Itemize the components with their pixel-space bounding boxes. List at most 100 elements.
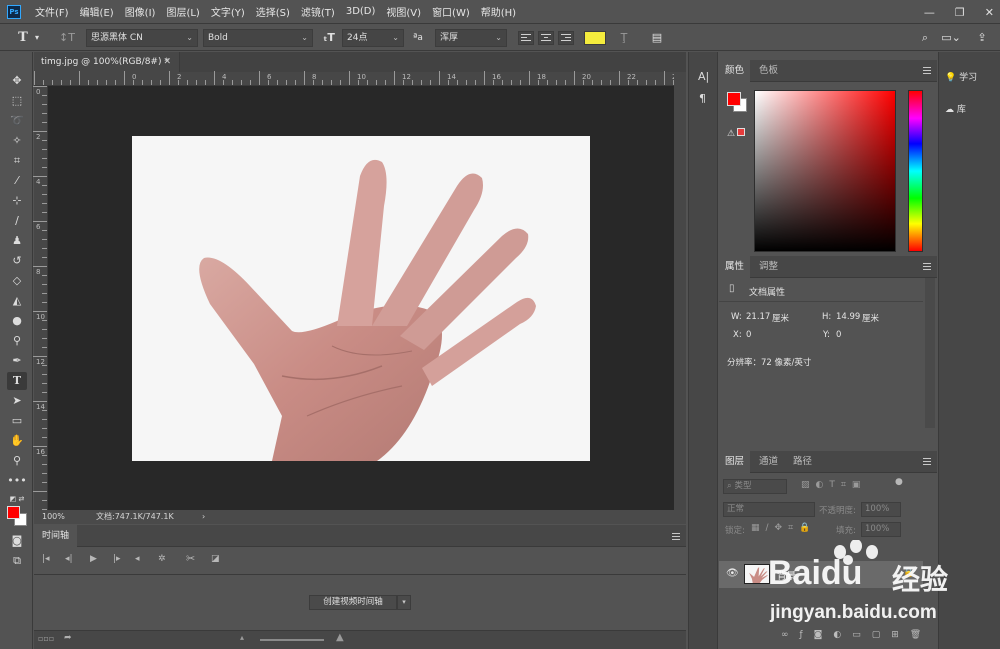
filter-toggle-icon[interactable]: ● [895,477,903,487]
eraser-tool-icon[interactable]: ◇ [7,272,27,290]
gamut-warning-icon[interactable]: ⚠ [727,128,746,139]
lasso-tool-icon[interactable]: ➰ [7,112,27,130]
screen-mode-icon[interactable]: ⧉ [7,552,27,570]
minimize-icon[interactable]: — [924,6,935,19]
vertical-scrollbar[interactable] [674,72,686,510]
menu-type[interactable]: 文字(Y) [211,4,245,19]
blend-mode-select[interactable]: 正常 [723,502,815,517]
tab-color[interactable]: 颜色 [719,60,751,82]
panel-menu-icon[interactable] [923,263,931,270]
menu-view[interactable]: 视图(V) [386,4,421,19]
maximize-icon[interactable]: ❐ [955,6,965,19]
foreground-color-swatch[interactable] [727,92,741,106]
antialias-select[interactable]: 浑厚 ⌄ [435,29,507,47]
create-video-timeline-button[interactable]: 创建视频时间轴 [309,595,397,610]
menu-help[interactable]: 帮助(H) [481,4,516,19]
workspace-icon[interactable]: ▭⌄ [940,29,962,47]
zoom-out-icon[interactable]: ▴ [240,633,244,642]
close-icon[interactable]: ✕ [163,52,171,72]
lock-icons[interactable]: ▦∕✥⌗🔒 [751,523,816,533]
pen-tool-icon[interactable]: ✒ [7,352,27,370]
layer-filter-icons[interactable]: ▨◐T⌗▣ [801,480,866,490]
tab-adjustments[interactable]: 调整 [753,256,784,278]
canvas-area[interactable] [48,86,674,510]
quick-mask-icon[interactable]: ◙ [7,532,27,550]
font-family-select[interactable]: 思源黑体 CN ⌄ [86,29,198,47]
crop-tool-icon[interactable]: ⌗ [7,152,27,170]
layer-action-icons[interactable]: ∞ƒ◙◐▭▢⊞🗑 [781,630,932,640]
zoom-tool-icon[interactable]: ⚲ [7,452,27,470]
history-brush-icon[interactable]: ↺ [7,252,27,270]
x-value[interactable]: 0 [746,330,751,340]
eyedropper-tool-icon[interactable]: ⁄ [7,172,27,190]
tab-channels[interactable]: 通道 [753,451,784,473]
learn-item[interactable]: 💡 学习 [945,70,977,83]
warp-text-icon[interactable]: Ţ [616,29,632,47]
properties-scrollbar[interactable] [925,278,935,428]
menu-layer[interactable]: 图层(L) [166,4,199,19]
scissors-icon[interactable]: ✂ [186,552,195,565]
hand-tool-icon[interactable]: ✋ [7,432,27,450]
menu-window[interactable]: 窗口(W) [432,4,470,19]
render-video-icon[interactable]: ➦ [64,633,72,643]
audio-icon[interactable]: ◂ [135,554,140,564]
search-icon[interactable]: ⌕ [918,29,932,47]
stamp-tool-icon[interactable]: ♟ [7,232,27,250]
font-size-select[interactable]: 24点 ⌄ [342,29,404,47]
foreground-color-swatch[interactable] [7,506,20,519]
type-tool-icon[interactable]: T [16,29,30,47]
settings-icon[interactable]: ✲ [158,554,166,564]
menu-3d[interactable]: 3D(D) [346,6,376,17]
panel-menu-icon[interactable] [672,533,680,540]
document-image[interactable] [132,136,590,461]
hue-slider[interactable] [908,90,923,252]
menu-image[interactable]: 图像(I) [125,4,156,19]
panels-toggle-icon[interactable]: ▤ [649,29,665,47]
rectangle-tool-icon[interactable]: ▭ [7,412,27,430]
menu-file[interactable]: 文件(F) [35,4,69,19]
panel-menu-icon[interactable] [923,458,931,465]
first-frame-icon[interactable]: |◂ [42,554,50,564]
fill-input[interactable]: 100% [861,522,901,537]
width-value[interactable]: 21.17 [746,312,770,322]
visibility-eye-icon[interactable]: 👁 [726,568,739,579]
prev-frame-icon[interactable]: ◂| [65,554,73,564]
align-center-button[interactable] [538,31,554,45]
opacity-input[interactable]: 100% [861,502,901,517]
zoom-slider[interactable] [260,639,324,641]
frame-mode-icon[interactable]: ▫▫▫ [38,634,54,643]
path-selection-icon[interactable]: ➤ [7,392,27,410]
zoom-in-icon[interactable]: ▲ [336,632,344,643]
align-right-button[interactable] [558,31,574,45]
tab-layers[interactable]: 图层 [719,451,751,473]
text-color-swatch[interactable] [584,31,606,45]
align-left-button[interactable] [518,31,534,45]
chevron-right-icon[interactable]: › [202,510,205,524]
healing-brush-icon[interactable]: ⊹ [7,192,27,210]
next-frame-icon[interactable]: |▸ [113,554,121,564]
dodge-tool-icon[interactable]: ⚲ [7,332,27,350]
saturation-brightness-picker[interactable] [754,90,896,252]
menu-select[interactable]: 选择(S) [256,4,290,19]
font-style-select[interactable]: Bold ⌄ [203,29,313,47]
menu-edit[interactable]: 编辑(E) [80,4,114,19]
tab-timeline[interactable]: 时间轴 [34,525,78,547]
y-value[interactable]: 0 [836,330,841,340]
marquee-tool-icon[interactable]: ⬚ [7,92,27,110]
share-icon[interactable]: ⇪ [974,29,990,47]
paragraph-panel-icon[interactable]: ¶ [699,92,706,105]
magic-wand-icon[interactable]: ✧ [7,132,27,150]
panel-menu-icon[interactable] [923,67,931,74]
tool-preset-dropdown-icon[interactable]: ▾ [32,29,42,47]
move-tool-icon[interactable]: ✥ [7,72,27,90]
chevron-down-icon[interactable]: ▾ [397,595,411,610]
close-icon[interactable]: ✕ [985,6,994,19]
character-panel-icon[interactable]: A| [698,70,709,83]
zoom-level[interactable]: 100% [42,510,65,524]
play-icon[interactable]: ▶ [90,554,97,564]
transition-icon[interactable]: ◪ [211,554,220,564]
layer-filter-select[interactable]: ⌕ 类型 [723,479,787,494]
brush-tool-icon[interactable]: ∕ [7,212,27,230]
height-value[interactable]: 14.99 [836,312,860,322]
document-tab[interactable]: timg.jpg @ 100%(RGB/8#) * ✕ [34,52,180,72]
